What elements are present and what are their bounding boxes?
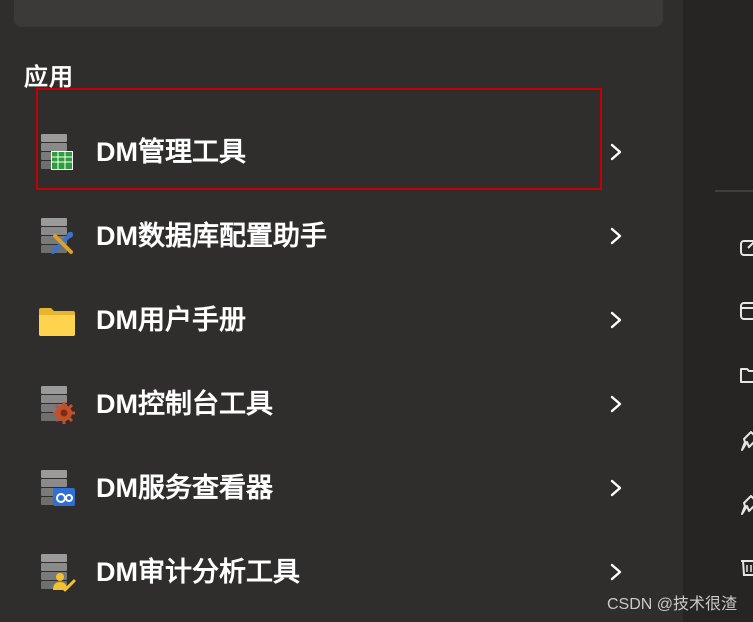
menu-divider — [715, 190, 753, 192]
app-label: DM数据库配置助手 — [96, 221, 327, 251]
trash-icon[interactable] — [739, 556, 753, 578]
database-tools-icon — [41, 218, 73, 254]
selection-highlight-box — [36, 88, 602, 190]
app-label: DM审计分析工具 — [96, 557, 300, 587]
window-icon[interactable] — [739, 300, 753, 322]
folder-outline-icon[interactable] — [739, 364, 753, 386]
app-label: DM服务查看器 — [96, 473, 273, 503]
chevron-right-icon[interactable] — [606, 560, 626, 584]
app-item-dm-config-assistant[interactable]: DM数据库配置助手 — [26, 194, 640, 278]
database-audit-icon — [41, 554, 76, 592]
app-item-dm-service-viewer[interactable]: DM服务查看器 — [26, 446, 640, 530]
app-label: DM用户手册 — [96, 305, 246, 335]
database-service-icon — [41, 470, 75, 506]
chevron-right-icon[interactable] — [606, 392, 626, 416]
app-label: DM控制台工具 — [96, 389, 273, 419]
section-title: 应用 — [24, 64, 74, 91]
app-item-dm-user-manual[interactable]: DM用户手册 — [26, 278, 640, 362]
context-menu-panel — [683, 0, 753, 622]
pin-to-taskbar-icon[interactable] — [739, 494, 753, 516]
chevron-right-icon[interactable] — [606, 308, 626, 332]
app-item-dm-console-tool[interactable]: DM控制台工具 — [26, 362, 640, 446]
search-box[interactable] — [14, 0, 663, 27]
app-item-dm-audit-analyzer[interactable]: DM审计分析工具 — [26, 530, 640, 614]
chevron-right-icon[interactable] — [606, 224, 626, 248]
start-menu-panel: 应用 DM管理工具 DM数据库配置助手 DM用户手册 DM控制台工具 DM服务查… — [0, 0, 683, 622]
database-gear-icon — [41, 386, 75, 424]
pin-icon[interactable] — [739, 430, 753, 452]
chevron-right-icon[interactable] — [606, 476, 626, 500]
folder-icon — [39, 308, 75, 336]
open-location-icon[interactable] — [739, 236, 753, 258]
watermark-text: CSDN @技术很渣 — [606, 596, 737, 613]
chevron-right-icon[interactable] — [606, 140, 626, 164]
